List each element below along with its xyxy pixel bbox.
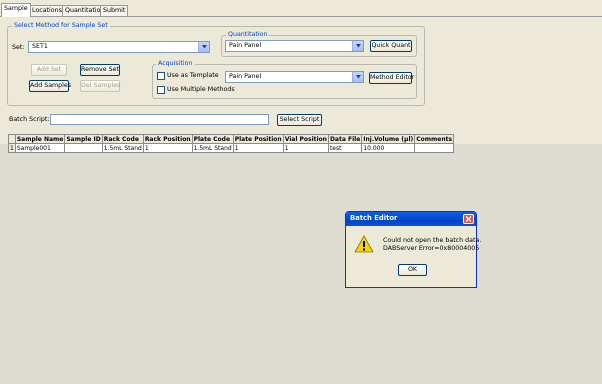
- add-samples-button[interactable]: Add Samples: [29, 80, 71, 92]
- column-header-plate-position[interactable]: Plate Position: [232, 134, 284, 144]
- vial-position-cell[interactable]: 1: [282, 143, 329, 153]
- set-label: Set:: [12, 44, 25, 51]
- acquisition-combo-value: Pain Panel: [229, 73, 262, 80]
- column-header-sample-name[interactable]: Sample Name: [14, 134, 66, 144]
- dialog-message-line-1: Could not open the batch data.: [383, 237, 482, 244]
- dialog-title: Batch Editor: [350, 214, 398, 222]
- quick-quant-button[interactable]: Quick Quant: [370, 40, 412, 52]
- column-header-vial-position[interactable]: Vial Position: [282, 134, 329, 144]
- chevron-down-icon[interactable]: [352, 72, 363, 82]
- select-method-group-title: Select Method for Sample Set: [12, 22, 110, 30]
- tab-strip: Sample Locations Quantitation Submit: [0, 0, 602, 17]
- select-script-button[interactable]: Select Script: [277, 114, 322, 126]
- column-header-rack-code[interactable]: Rack Code: [101, 134, 144, 144]
- quantitation-combo-value: Pain Panel: [229, 42, 262, 49]
- batch-editor-dialog: Batch Editor Could not open the batch da…: [345, 211, 481, 288]
- data-file-cell[interactable]: test: [327, 143, 363, 153]
- set-combo-value: SET1: [32, 43, 48, 50]
- set-combo[interactable]: SET1: [28, 41, 210, 53]
- sample-id-cell[interactable]: [64, 143, 103, 153]
- use-multiple-methods-checkbox[interactable]: [157, 86, 165, 94]
- column-header-comments[interactable]: Comments: [414, 134, 455, 144]
- plate-position-cell[interactable]: 1: [232, 143, 284, 153]
- quantitation-combo[interactable]: Pain Panel: [225, 40, 364, 52]
- remove-set-button[interactable]: Remove Set: [80, 64, 120, 76]
- inj-volume-cell[interactable]: 10.000: [361, 143, 416, 153]
- dialog-message-line-2: DABServer Error=0x80004005: [383, 245, 480, 252]
- rack-code-cell[interactable]: 1.5mL Stand: [101, 143, 144, 153]
- chevron-down-icon[interactable]: [198, 42, 209, 52]
- plate-code-cell[interactable]: 1.5mL Stand: [191, 143, 234, 153]
- use-multiple-methods-label: Use Multiple Methods: [167, 86, 235, 93]
- column-header-sample-id[interactable]: Sample ID: [64, 134, 103, 144]
- tab-sample[interactable]: Sample: [1, 3, 31, 17]
- acquisition-combo[interactable]: Pain Panel: [225, 71, 364, 83]
- comments-cell[interactable]: [414, 143, 455, 153]
- dialog-title-bar: Batch Editor: [346, 212, 476, 226]
- grid-background: [0, 144, 602, 384]
- use-as-template-checkbox[interactable]: [157, 72, 165, 80]
- add-set-button[interactable]: Add Set: [31, 64, 67, 76]
- column-header-row-number: [8, 134, 16, 144]
- column-header-rack-position[interactable]: Rack Position: [142, 134, 193, 144]
- column-header-data-file[interactable]: Data File: [327, 134, 363, 144]
- del-samples-button[interactable]: Del Samples: [80, 80, 120, 92]
- method-editor-button[interactable]: Method Editor: [369, 72, 414, 84]
- warning-icon: [354, 235, 374, 255]
- use-as-template-label: Use as Template: [167, 72, 219, 79]
- batch-script-label: Batch Script:: [9, 116, 50, 123]
- acquisition-group-title: Acquisition: [156, 60, 195, 68]
- grid-header-row: Sample Name Sample ID Rack Code Rack Pos…: [8, 134, 455, 144]
- sample-name-cell[interactable]: Sample001: [14, 143, 66, 153]
- tab-submit[interactable]: Submit: [100, 5, 129, 16]
- rack-position-cell[interactable]: 1: [142, 143, 193, 153]
- quantitation-group-title: Quantitation: [226, 31, 270, 39]
- column-header-plate-code[interactable]: Plate Code: [191, 134, 234, 144]
- ok-button[interactable]: OK: [398, 264, 427, 276]
- sample-grid: Sample Name Sample ID Rack Code Rack Pos…: [8, 134, 455, 153]
- batch-script-input[interactable]: [50, 114, 269, 125]
- tab-locations[interactable]: Locations: [29, 5, 65, 16]
- table-row[interactable]: 1 Sample001 1.5mL Stand 1 1.5mL Stand 1 …: [8, 143, 455, 153]
- close-icon[interactable]: [463, 214, 474, 224]
- tab-panel-border: [0, 16, 602, 17]
- chevron-down-icon[interactable]: [352, 41, 363, 51]
- row-number-cell[interactable]: 1: [8, 143, 16, 153]
- column-header-inj-volume[interactable]: Inj.Volume (µl): [361, 134, 416, 144]
